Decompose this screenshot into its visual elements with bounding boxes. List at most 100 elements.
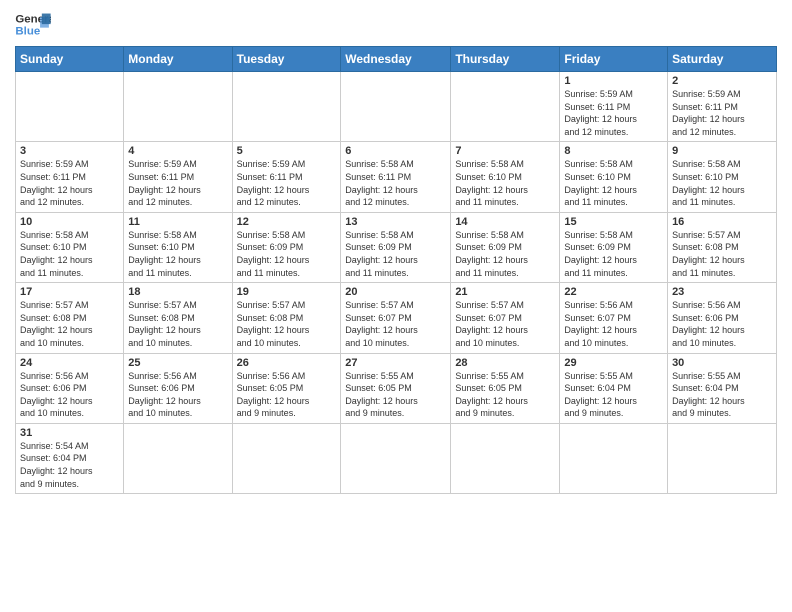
- day-info: Sunrise: 5:57 AM Sunset: 6:07 PM Dayligh…: [455, 299, 555, 349]
- week-row-4: 24 Sunrise: 5:56 AM Sunset: 6:06 PM Dayli…: [16, 353, 777, 423]
- day-cell: 31Sunrise: 5:54 AM Sunset: 6:04 PM Dayli…: [16, 423, 124, 493]
- day-cell: 8Sunrise: 5:58 AM Sunset: 6:10 PM Daylig…: [560, 142, 668, 212]
- header-area: General Blue: [15, 10, 777, 40]
- day-cell: [560, 423, 668, 493]
- day-cell: 20Sunrise: 5:57 AM Sunset: 6:07 PM Dayli…: [341, 283, 451, 353]
- day-cell: [668, 423, 777, 493]
- weekday-header-tuesday: Tuesday: [232, 47, 341, 72]
- weekday-header-thursday: Thursday: [451, 47, 560, 72]
- day-number: 12: [237, 216, 337, 228]
- day-info: Sunrise: 5:56 AM Sunset: 6:05 PM Dayligh…: [237, 370, 337, 420]
- day-info: Sunrise: 5:55 AM Sunset: 6:04 PM Dayligh…: [672, 370, 772, 420]
- day-info: Sunrise: 5:57 AM Sunset: 6:08 PM Dayligh…: [672, 229, 772, 279]
- day-info: Sunrise: 5:58 AM Sunset: 6:09 PM Dayligh…: [237, 229, 337, 279]
- day-cell: 15Sunrise: 5:58 AM Sunset: 6:09 PM Dayli…: [560, 212, 668, 282]
- day-number: 19: [237, 286, 337, 298]
- day-info: Sunrise: 5:57 AM Sunset: 6:08 PM Dayligh…: [128, 299, 227, 349]
- day-number: 8: [564, 145, 663, 157]
- week-row-2: 10Sunrise: 5:58 AM Sunset: 6:10 PM Dayli…: [16, 212, 777, 282]
- day-number: 6: [345, 145, 446, 157]
- day-number: 1: [564, 75, 663, 87]
- day-number: 10: [20, 216, 119, 228]
- day-number: 20: [345, 286, 446, 298]
- calendar-header: SundayMondayTuesdayWednesdayThursdayFrid…: [16, 47, 777, 72]
- day-info: Sunrise: 5:59 AM Sunset: 6:11 PM Dayligh…: [20, 158, 119, 208]
- day-number: 25: [128, 357, 227, 369]
- day-number: 30: [672, 357, 772, 369]
- day-info: Sunrise: 5:58 AM Sunset: 6:09 PM Dayligh…: [564, 229, 663, 279]
- day-cell: [451, 72, 560, 142]
- day-info: Sunrise: 5:57 AM Sunset: 6:08 PM Dayligh…: [20, 299, 119, 349]
- calendar-page: General Blue SundayMondayTuesdayWednesda…: [0, 0, 792, 612]
- day-cell: 22Sunrise: 5:56 AM Sunset: 6:07 PM Dayli…: [560, 283, 668, 353]
- day-cell: 26Sunrise: 5:56 AM Sunset: 6:05 PM Dayli…: [232, 353, 341, 423]
- day-info: Sunrise: 5:58 AM Sunset: 6:10 PM Dayligh…: [564, 158, 663, 208]
- day-cell: 5Sunrise: 5:59 AM Sunset: 6:11 PM Daylig…: [232, 142, 341, 212]
- weekday-header-monday: Monday: [124, 47, 232, 72]
- day-number: 23: [672, 286, 772, 298]
- day-cell: 14Sunrise: 5:58 AM Sunset: 6:09 PM Dayli…: [451, 212, 560, 282]
- day-info: Sunrise: 5:59 AM Sunset: 6:11 PM Dayligh…: [564, 88, 663, 138]
- day-cell: 25Sunrise: 5:56 AM Sunset: 6:06 PM Dayli…: [124, 353, 232, 423]
- day-cell: [232, 72, 341, 142]
- day-cell: [124, 423, 232, 493]
- day-number: 4: [128, 145, 227, 157]
- day-info: Sunrise: 5:58 AM Sunset: 6:10 PM Dayligh…: [128, 229, 227, 279]
- day-cell: 9Sunrise: 5:58 AM Sunset: 6:10 PM Daylig…: [668, 142, 777, 212]
- day-number: 27: [345, 357, 446, 369]
- day-number: 31: [20, 427, 119, 439]
- day-info: Sunrise: 5:54 AM Sunset: 6:04 PM Dayligh…: [20, 440, 119, 490]
- day-number: 11: [128, 216, 227, 228]
- day-cell: 17Sunrise: 5:57 AM Sunset: 6:08 PM Dayli…: [16, 283, 124, 353]
- calendar-table: SundayMondayTuesdayWednesdayThursdayFrid…: [15, 46, 777, 494]
- day-number: 16: [672, 216, 772, 228]
- day-number: 24: [20, 357, 119, 369]
- day-info: Sunrise: 5:58 AM Sunset: 6:09 PM Dayligh…: [345, 229, 446, 279]
- day-info: Sunrise: 5:56 AM Sunset: 6:06 PM Dayligh…: [128, 370, 227, 420]
- calendar-body: 1Sunrise: 5:59 AM Sunset: 6:11 PM Daylig…: [16, 72, 777, 494]
- day-number: 15: [564, 216, 663, 228]
- day-number: 21: [455, 286, 555, 298]
- week-row-0: 1Sunrise: 5:59 AM Sunset: 6:11 PM Daylig…: [16, 72, 777, 142]
- day-number: 22: [564, 286, 663, 298]
- logo: General Blue: [15, 10, 51, 40]
- day-cell: 18Sunrise: 5:57 AM Sunset: 6:08 PM Dayli…: [124, 283, 232, 353]
- svg-text:Blue: Blue: [15, 26, 40, 38]
- weekday-row: SundayMondayTuesdayWednesdayThursdayFrid…: [16, 47, 777, 72]
- day-info: Sunrise: 5:59 AM Sunset: 6:11 PM Dayligh…: [672, 88, 772, 138]
- day-cell: 7Sunrise: 5:58 AM Sunset: 6:10 PM Daylig…: [451, 142, 560, 212]
- day-number: 28: [455, 357, 555, 369]
- day-cell: 6Sunrise: 5:58 AM Sunset: 6:11 PM Daylig…: [341, 142, 451, 212]
- weekday-header-saturday: Saturday: [668, 47, 777, 72]
- day-cell: [124, 72, 232, 142]
- week-row-1: 3Sunrise: 5:59 AM Sunset: 6:11 PM Daylig…: [16, 142, 777, 212]
- day-info: Sunrise: 5:57 AM Sunset: 6:07 PM Dayligh…: [345, 299, 446, 349]
- day-cell: 30Sunrise: 5:55 AM Sunset: 6:04 PM Dayli…: [668, 353, 777, 423]
- day-cell: [232, 423, 341, 493]
- day-cell: 2Sunrise: 5:59 AM Sunset: 6:11 PM Daylig…: [668, 72, 777, 142]
- day-info: Sunrise: 5:55 AM Sunset: 6:05 PM Dayligh…: [455, 370, 555, 420]
- day-info: Sunrise: 5:56 AM Sunset: 6:06 PM Dayligh…: [672, 299, 772, 349]
- day-cell: 10Sunrise: 5:58 AM Sunset: 6:10 PM Dayli…: [16, 212, 124, 282]
- day-cell: 27Sunrise: 5:55 AM Sunset: 6:05 PM Dayli…: [341, 353, 451, 423]
- week-row-5: 31Sunrise: 5:54 AM Sunset: 6:04 PM Dayli…: [16, 423, 777, 493]
- day-info: Sunrise: 5:58 AM Sunset: 6:09 PM Dayligh…: [455, 229, 555, 279]
- day-cell: 19Sunrise: 5:57 AM Sunset: 6:08 PM Dayli…: [232, 283, 341, 353]
- day-number: 29: [564, 357, 663, 369]
- weekday-header-sunday: Sunday: [16, 47, 124, 72]
- day-info: Sunrise: 5:57 AM Sunset: 6:08 PM Dayligh…: [237, 299, 337, 349]
- day-number: 17: [20, 286, 119, 298]
- day-info: Sunrise: 5:56 AM Sunset: 6:07 PM Dayligh…: [564, 299, 663, 349]
- day-info: Sunrise: 5:58 AM Sunset: 6:10 PM Dayligh…: [672, 158, 772, 208]
- day-number: 3: [20, 145, 119, 157]
- day-number: 5: [237, 145, 337, 157]
- day-cell: 29Sunrise: 5:55 AM Sunset: 6:04 PM Dayli…: [560, 353, 668, 423]
- day-info: Sunrise: 5:55 AM Sunset: 6:05 PM Dayligh…: [345, 370, 446, 420]
- day-cell: 12Sunrise: 5:58 AM Sunset: 6:09 PM Dayli…: [232, 212, 341, 282]
- day-number: 2: [672, 75, 772, 87]
- day-cell: [16, 72, 124, 142]
- day-number: 18: [128, 286, 227, 298]
- day-info: Sunrise: 5:58 AM Sunset: 6:10 PM Dayligh…: [20, 229, 119, 279]
- day-number: 7: [455, 145, 555, 157]
- day-number: 14: [455, 216, 555, 228]
